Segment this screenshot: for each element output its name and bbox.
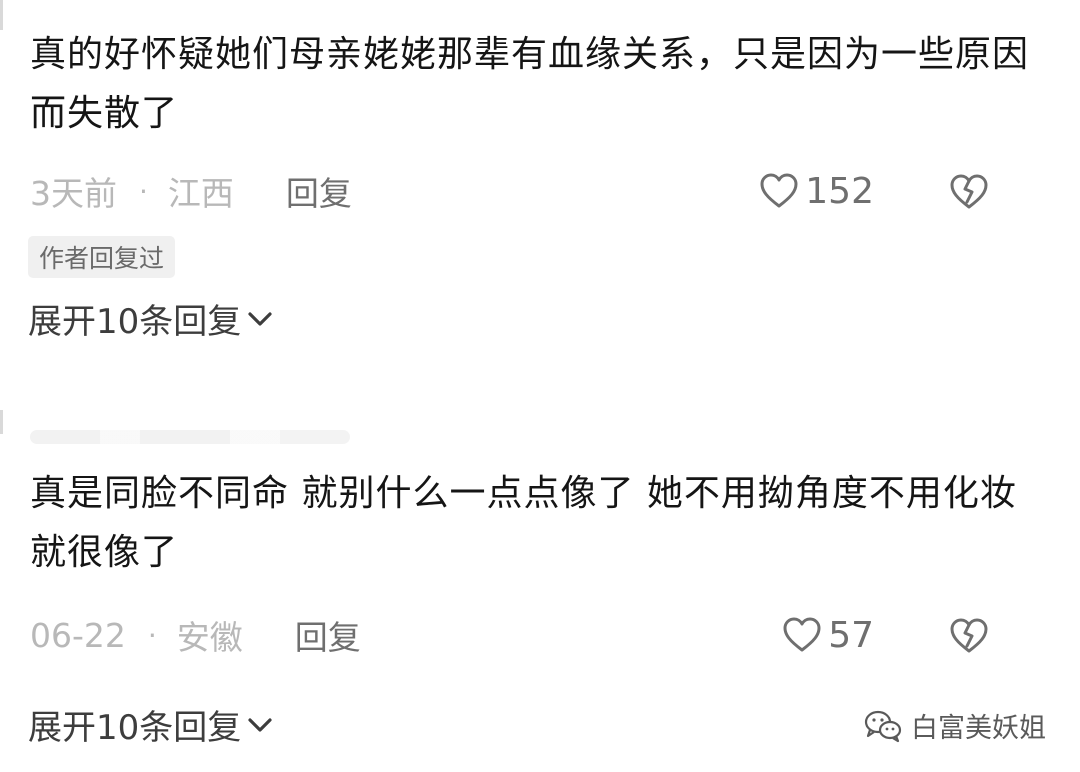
reply-button[interactable]: 回复 [295,611,361,659]
broken-heart-icon [950,618,988,653]
left-edge-divider [0,410,3,434]
expand-replies-label: 展开10条回复 [28,708,242,748]
comment-meta: 3天前 · 江西 回复 152 [30,168,1050,214]
wechat-icon [864,710,902,742]
heart-outline-icon [783,617,821,652]
watermark: 白富美妖姐 [863,706,1046,745]
like-count: 57 [828,614,874,656]
heart-outline-icon [760,173,798,208]
broken-heart-icon [950,174,988,209]
meta-separator: · [147,618,157,652]
chevron-down-icon [248,717,272,732]
dislike-button[interactable] [948,172,990,218]
comment-location: 安徽 [176,618,243,657]
comment-time: 06-22 [30,615,126,655]
reply-button[interactable]: 回复 [286,167,352,215]
like-count: 152 [805,170,874,212]
comment-text: 真是同脸不同命 就别什么一点点像了 她不用拗角度不用化妆就很像了 [30,473,1017,573]
left-edge-divider [0,0,3,30]
expand-replies-button[interactable]: 展开10条回复 [28,700,273,749]
chevron-down-icon [248,311,272,326]
like-button[interactable]: 152 [759,171,874,212]
expand-replies-button[interactable]: 展开10条回复 [28,294,273,343]
comment-location: 江西 [167,174,234,213]
comment-text: 真的好怀疑她们母亲姥姥那辈有血缘关系，只是因为一些原因而失散了 [30,34,1030,134]
meta-separator: · [139,174,148,208]
expand-replies-label: 展开10条回复 [28,302,242,342]
author-replied-badge: 作者回复过 [28,236,176,278]
like-button[interactable]: 57 [782,615,874,656]
blurred-username [30,430,350,444]
watermark-text: 白富美妖姐 [911,713,1046,744]
dislike-button[interactable] [948,616,990,662]
comment-meta: 06-22 · 安徽 回复 57 [30,612,1050,658]
comment-time: 3天前 [30,174,117,213]
